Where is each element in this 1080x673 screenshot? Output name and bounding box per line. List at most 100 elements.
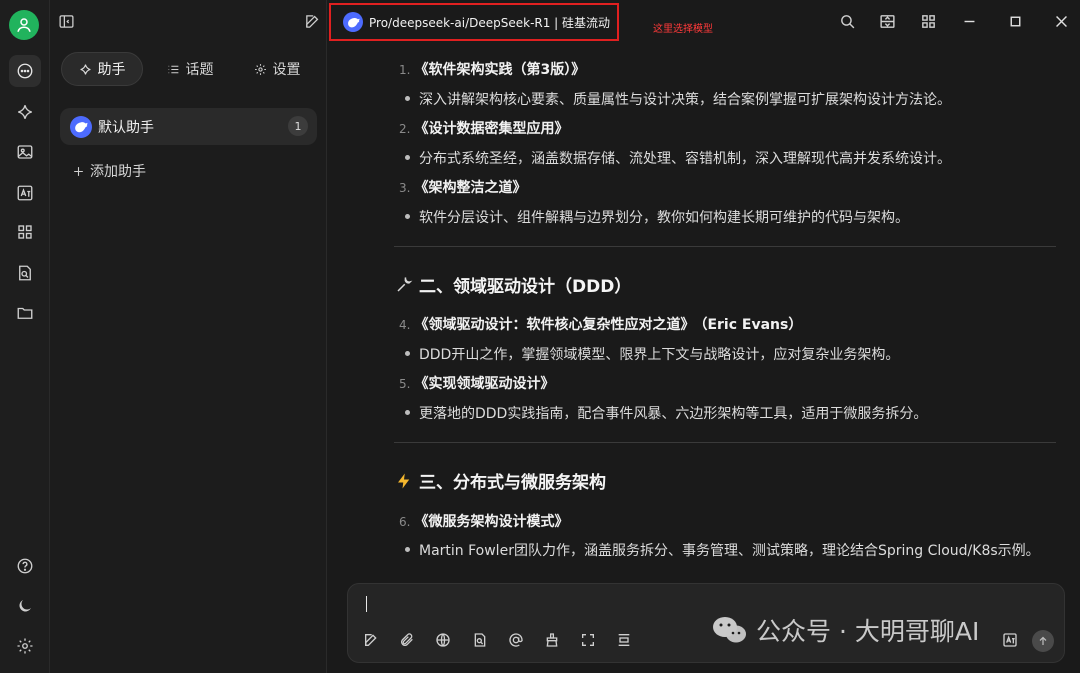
topic-count-badge: 1 bbox=[288, 116, 308, 136]
expand-icon bbox=[582, 634, 594, 646]
image-nav-button[interactable] bbox=[9, 136, 41, 168]
deepseek-logo-icon bbox=[343, 12, 363, 32]
tab-label: 助手 bbox=[97, 62, 126, 78]
assistant-item-default[interactable]: 默认助手 1 bbox=[60, 108, 317, 145]
list-icon bbox=[168, 65, 178, 73]
apps-nav-button[interactable] bbox=[9, 216, 41, 248]
add-assistant-button[interactable]: 添加助手 bbox=[72, 160, 146, 182]
book-title: 5. 《实现领域驱动设计》 bbox=[399, 376, 555, 392]
grid-icon bbox=[18, 225, 32, 239]
annotation-text: 这里选择模型 bbox=[653, 24, 713, 35]
assistant-name: 默认助手 bbox=[98, 119, 154, 136]
paperclip-icon bbox=[401, 633, 413, 646]
layout-icon bbox=[879, 14, 895, 28]
grid-icon bbox=[921, 14, 935, 28]
files-nav-button[interactable] bbox=[9, 297, 41, 329]
layout-toggle-button[interactable] bbox=[877, 11, 897, 31]
expand-button[interactable] bbox=[578, 630, 598, 650]
book-title: 6. 《微服务架构设计模式》 bbox=[399, 514, 569, 530]
arrow-up-icon bbox=[1039, 636, 1047, 645]
gear-icon bbox=[254, 63, 266, 75]
section-divider bbox=[394, 246, 1056, 247]
section-heading: 三、分布式与微服务架构 bbox=[395, 468, 606, 493]
image-icon bbox=[17, 145, 33, 159]
book-title: 2. 《设计数据密集型应用》 bbox=[399, 121, 569, 137]
section-heading: 二、领域驱动设计（DDD） bbox=[395, 272, 631, 297]
model-label: Pro/deepseek-ai/DeepSeek-R1 | 硅基流动 bbox=[369, 15, 611, 30]
chat-nav-button[interactable] bbox=[9, 55, 41, 87]
translate-input-button[interactable] bbox=[1000, 630, 1020, 650]
sparkle-icon bbox=[18, 105, 32, 119]
book-title: 3. 《架构整洁之道》 bbox=[399, 180, 527, 196]
gear-icon bbox=[17, 638, 33, 654]
edit-icon bbox=[305, 14, 318, 28]
folder-icon bbox=[17, 307, 33, 319]
settings-nav-button[interactable] bbox=[9, 630, 41, 662]
agents-nav-button[interactable] bbox=[9, 96, 41, 128]
maximize-icon bbox=[1010, 16, 1020, 26]
close-button[interactable] bbox=[1051, 11, 1071, 31]
document-search-icon bbox=[474, 633, 486, 647]
tab-label: 话题 bbox=[185, 62, 214, 78]
help-icon bbox=[17, 558, 33, 574]
icon-rail bbox=[0, 0, 50, 673]
sidebar-tabs: 助手 话题 设置 bbox=[61, 52, 317, 88]
attach-button[interactable] bbox=[397, 630, 417, 650]
text-caret bbox=[366, 596, 367, 612]
context-button[interactable] bbox=[614, 630, 634, 650]
knowledge-nav-button[interactable] bbox=[9, 257, 41, 289]
book-description: DDD开山之作，掌握领域模型、限界上下文与战略设计，应对复杂业务架构。 bbox=[404, 344, 899, 364]
search-icon bbox=[840, 14, 854, 28]
sparkle-icon bbox=[79, 63, 91, 75]
top-bar: Pro/deepseek-ai/DeepSeek-R1 | 硅基流动 这里选择模… bbox=[327, 0, 1080, 42]
knowledge-base-button[interactable] bbox=[470, 630, 490, 650]
translate-nav-button[interactable] bbox=[9, 177, 41, 209]
web-search-button[interactable] bbox=[433, 630, 453, 650]
tab-topics[interactable]: 话题 bbox=[153, 52, 227, 86]
book-description: 更落地的DDD实践指南，配合事件风暴、六边形架构等工具，适用于微服务拆分。 bbox=[404, 403, 927, 423]
book-description: 分布式系统圣经，涵盖数据存储、流处理、容错机制，深入理解现代高并发系统设计。 bbox=[405, 148, 951, 168]
book-title: 1. 《软件架构实践（第3版）》 bbox=[399, 62, 586, 78]
clear-button[interactable] bbox=[542, 630, 562, 650]
edit-icon bbox=[365, 634, 377, 646]
chat-bubble-icon bbox=[17, 63, 33, 79]
send-button[interactable] bbox=[1032, 630, 1054, 652]
sidebar-collapse-icon bbox=[58, 14, 74, 28]
deepseek-logo-icon bbox=[70, 115, 92, 138]
search-button[interactable] bbox=[837, 11, 857, 31]
wechat-icon bbox=[713, 617, 746, 643]
translate-icon bbox=[1003, 633, 1017, 647]
broom-icon bbox=[546, 633, 558, 647]
close-icon bbox=[1055, 15, 1067, 27]
assistant-sidebar: 助手 话题 设置 默认助手 1 添加助手 bbox=[50, 0, 327, 673]
wrench-icon bbox=[397, 276, 413, 292]
help-nav-button[interactable] bbox=[9, 550, 41, 582]
mention-button[interactable] bbox=[506, 630, 526, 650]
minimize-icon bbox=[964, 20, 974, 22]
theme-toggle-button[interactable] bbox=[9, 590, 41, 622]
book-description: Martin Fowler团队力作，涵盖服务拆分、事务管理、测试策略，理论结合S… bbox=[405, 540, 1040, 560]
tab-settings[interactable]: 设置 bbox=[237, 52, 317, 86]
at-sign-icon bbox=[509, 633, 523, 647]
tab-assistants[interactable]: 助手 bbox=[61, 52, 143, 86]
maximize-button[interactable] bbox=[1005, 11, 1025, 31]
moon-icon bbox=[19, 600, 31, 612]
new-topic-input-button[interactable] bbox=[361, 630, 381, 650]
lightning-icon bbox=[398, 473, 410, 488]
book-title: 4. 《领域驱动设计：软件核心复杂性应对之道》 （Eric Evans） bbox=[399, 317, 803, 333]
plus-icon bbox=[74, 166, 83, 176]
apps-button[interactable] bbox=[918, 11, 938, 31]
new-topic-button[interactable] bbox=[302, 11, 322, 31]
model-selector-button[interactable]: Pro/deepseek-ai/DeepSeek-R1 | 硅基流动 bbox=[329, 3, 619, 41]
context-icon bbox=[618, 634, 630, 646]
minimize-button[interactable] bbox=[959, 11, 979, 31]
document-search-icon bbox=[19, 265, 31, 281]
user-avatar[interactable] bbox=[9, 10, 39, 40]
book-description: 深入讲解架构核心要素、质量属性与设计决策，结合案例掌握可扩展架构设计方法论。 bbox=[405, 89, 951, 109]
tab-label: 设置 bbox=[272, 62, 301, 78]
watermark-text: 公众号 · 大明哥聊AI bbox=[756, 617, 980, 646]
user-icon bbox=[17, 18, 31, 32]
collapse-sidebar-button[interactable] bbox=[56, 11, 76, 31]
book-description: 软件分层设计、组件解耦与边界划分，教你如何构建长期可维护的代码与架构。 bbox=[405, 207, 909, 227]
section-divider bbox=[394, 442, 1056, 443]
